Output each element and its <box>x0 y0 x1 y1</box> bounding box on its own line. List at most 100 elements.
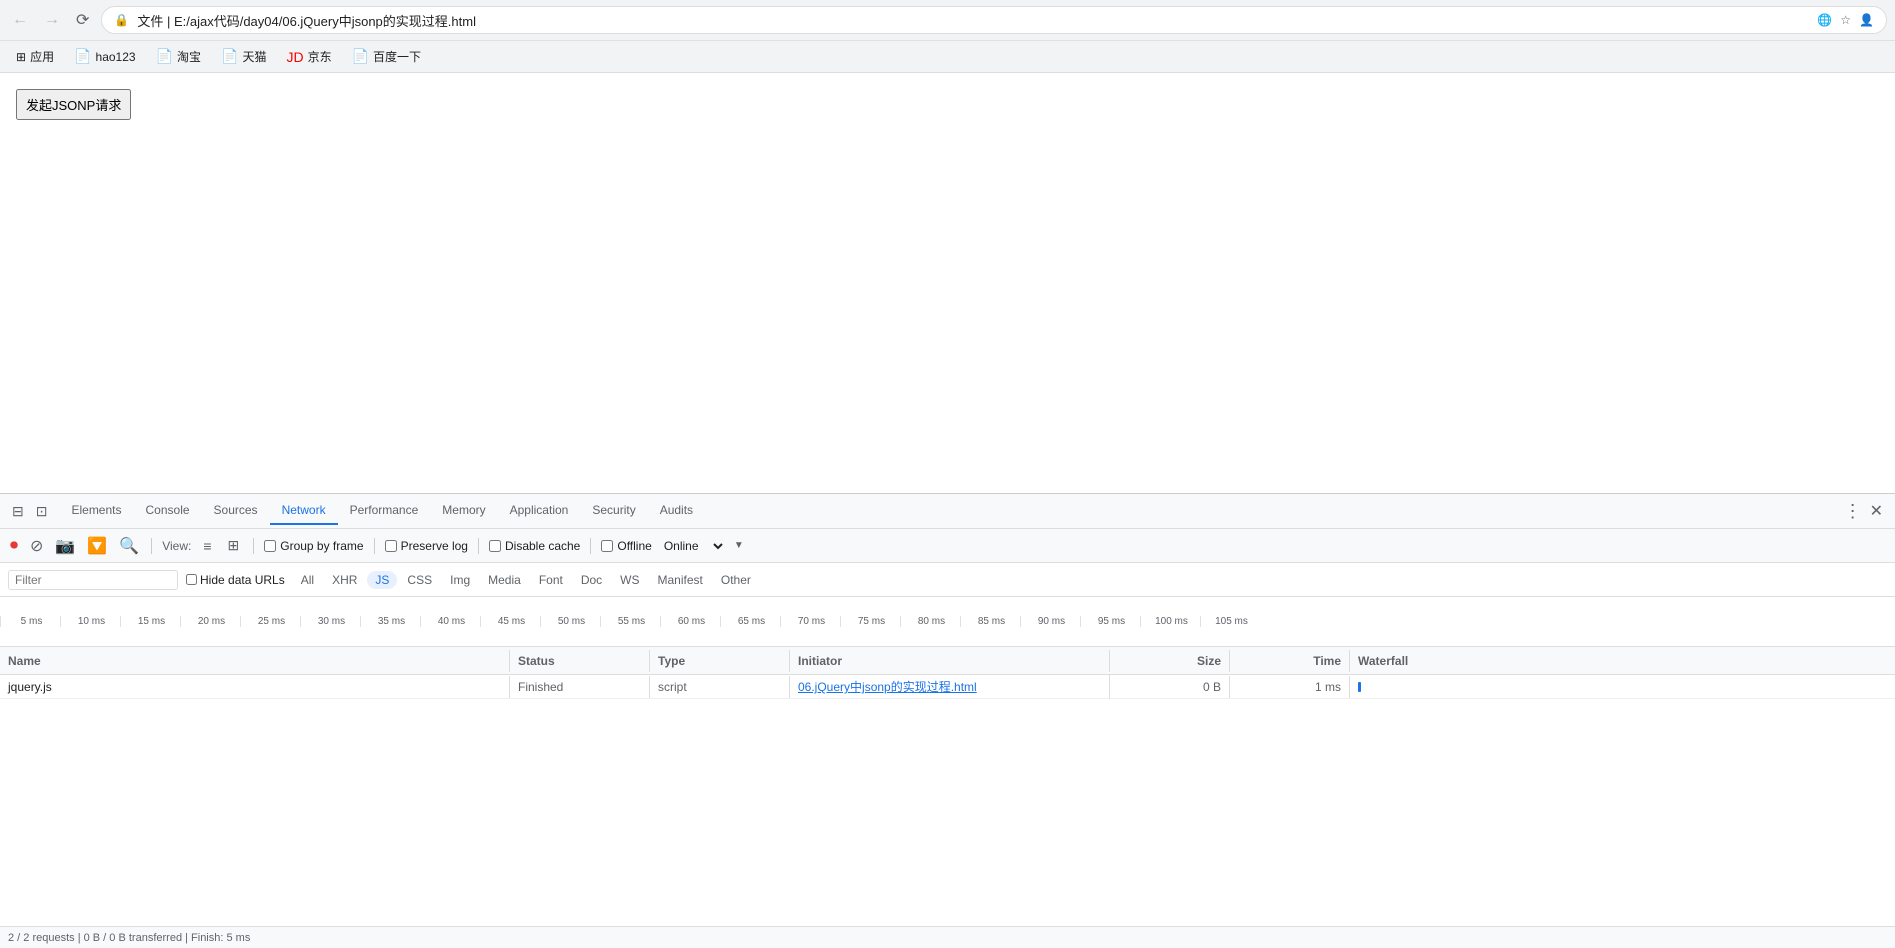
refresh-button[interactable]: ⟳ <box>72 6 93 34</box>
toolbar-divider-2 <box>253 538 254 554</box>
tab-security[interactable]: Security <box>580 497 647 525</box>
filter-input[interactable] <box>8 570 178 590</box>
disable-cache-group[interactable]: Disable cache <box>489 539 580 553</box>
hide-data-urls-group[interactable]: Hide data URLs <box>186 573 285 587</box>
filter-media[interactable]: Media <box>480 571 529 589</box>
devtools-more-button[interactable]: ⋮ <box>1840 497 1866 526</box>
online-select[interactable]: Online Offline Slow 3G Fast 3G <box>660 538 726 554</box>
col-header-type[interactable]: Type <box>650 650 790 672</box>
col-header-name[interactable]: Name <box>0 650 510 672</box>
timeline-label: 10 ms <box>60 616 120 627</box>
bookmark-baidu[interactable]: 📄 百度一下 <box>344 46 429 67</box>
hide-data-urls-checkbox[interactable] <box>186 574 197 585</box>
view-list-button[interactable]: ≡ <box>199 536 215 556</box>
tab-sources[interactable]: Sources <box>202 497 270 525</box>
timeline-label: 20 ms <box>180 616 240 627</box>
group-by-frame-group[interactable]: Group by frame <box>264 539 363 553</box>
address-bar[interactable]: 🔒 文件 | E:/ajax代码/day04/06.jQuery中jsonp的实… <box>101 6 1887 34</box>
hao123-icon: 📄 <box>74 48 91 65</box>
bookmarks-bar: ⊞ 应用 📄 hao123 📄 淘宝 📄 天猫 JD 京东 📄 百度一下 <box>0 40 1895 72</box>
back-button[interactable]: ← <box>8 7 32 33</box>
apps-button[interactable]: ⊞ 应用 <box>8 46 62 67</box>
timeline-label: 100 ms <box>1140 616 1200 627</box>
timeline-label: 50 ms <box>540 616 600 627</box>
filter-doc[interactable]: Doc <box>573 571 610 589</box>
filter-all[interactable]: All <box>293 571 322 589</box>
screenshot-button[interactable]: 📷 <box>53 534 77 558</box>
filter-xhr[interactable]: XHR <box>324 571 365 589</box>
bookmark-taobao[interactable]: 📄 淘宝 <box>148 46 209 67</box>
hide-data-urls-label: Hide data URLs <box>200 573 285 587</box>
filter-other[interactable]: Other <box>713 571 759 589</box>
filter-font[interactable]: Font <box>531 571 571 589</box>
devtools-panel-icons: ⊟ ⊡ <box>8 499 51 524</box>
timeline-label: 45 ms <box>480 616 540 627</box>
filter-manifest[interactable]: Manifest <box>650 571 711 589</box>
group-by-frame-label: Group by frame <box>280 539 363 553</box>
forward-button[interactable]: → <box>40 7 64 33</box>
table-row[interactable]: jquery.js Finished script 06.jQuery中json… <box>0 675 1895 699</box>
tab-application[interactable]: Application <box>498 497 581 525</box>
filter-ws[interactable]: WS <box>612 571 647 589</box>
table-body: jquery.js Finished script 06.jQuery中json… <box>0 675 1895 699</box>
nav-bar: ← → ⟳ 🔒 文件 | E:/ajax代码/day04/06.jQuery中j… <box>0 0 1895 40</box>
devtools-toggle-button[interactable]: ⊟ <box>8 499 28 524</box>
timeline-label: 90 ms <box>1020 616 1080 627</box>
col-header-waterfall[interactable]: Waterfall <box>1350 650 1895 672</box>
row-type: script <box>650 676 790 698</box>
timeline-label: 55 ms <box>600 616 660 627</box>
filter-img[interactable]: Img <box>442 571 478 589</box>
filter-js[interactable]: JS <box>367 571 397 589</box>
timeline-labels: 5 ms10 ms15 ms20 ms25 ms30 ms35 ms40 ms4… <box>0 612 1895 631</box>
user-icon[interactable]: 👤 <box>1859 13 1874 27</box>
col-header-initiator[interactable]: Initiator <box>790 650 1110 672</box>
waterfall-bar <box>1358 682 1361 692</box>
jd-icon: JD <box>286 49 303 65</box>
offline-checkbox[interactable] <box>601 540 613 552</box>
devtools-dock-button[interactable]: ⊡ <box>32 499 52 524</box>
bookmark-tmall[interactable]: 📄 天猫 <box>213 46 274 67</box>
preserve-log-group[interactable]: Preserve log <box>385 539 468 553</box>
col-header-size[interactable]: Size <box>1110 650 1230 672</box>
bookmark-hao123[interactable]: 📄 hao123 <box>66 46 143 67</box>
table-header: Name Status Type Initiator Size Time Wat… <box>0 647 1895 675</box>
tab-network[interactable]: Network <box>270 497 338 525</box>
bookmark-jd[interactable]: JD 京东 <box>278 46 339 67</box>
baidu-icon: 📄 <box>352 48 369 65</box>
view-table-button[interactable]: ⊞ <box>224 535 244 556</box>
lock-icon: 🔒 <box>114 13 129 27</box>
search-button[interactable]: 🔍 <box>117 534 141 558</box>
stop-button[interactable]: ⊘ <box>28 534 45 558</box>
jsonp-request-button[interactable]: 发起JSONP请求 <box>16 89 131 120</box>
timeline-label: 80 ms <box>900 616 960 627</box>
disable-cache-checkbox[interactable] <box>489 540 501 552</box>
offline-group[interactable]: Offline <box>601 539 651 553</box>
tab-memory[interactable]: Memory <box>430 497 497 525</box>
col-header-time[interactable]: Time <box>1230 650 1350 672</box>
filter-types: All XHR JS CSS Img Media Font Doc WS Man… <box>293 571 759 589</box>
group-by-frame-checkbox[interactable] <box>264 540 276 552</box>
baidu-label: 百度一下 <box>373 48 421 65</box>
row-initiator[interactable]: 06.jQuery中jsonp的实现过程.html <box>790 674 1110 699</box>
online-chevron-icon[interactable]: ▼ <box>734 540 744 551</box>
tab-elements[interactable]: Elements <box>59 497 133 525</box>
tmall-icon: 📄 <box>221 48 238 65</box>
timeline-label: 5 ms <box>0 616 60 627</box>
tab-performance[interactable]: Performance <box>338 497 431 525</box>
col-header-status[interactable]: Status <box>510 650 650 672</box>
page-content: 发起JSONP请求 <box>0 73 1895 493</box>
tab-audits[interactable]: Audits <box>648 497 705 525</box>
star-icon[interactable]: ☆ <box>1840 13 1851 27</box>
devtools-close-button[interactable]: ✕ <box>1866 497 1887 525</box>
filter-css[interactable]: CSS <box>399 571 440 589</box>
hao123-label: hao123 <box>96 50 136 64</box>
translate-icon[interactable]: 🌐 <box>1817 13 1832 27</box>
preserve-log-checkbox[interactable] <box>385 540 397 552</box>
record-button[interactable]: ⏺ <box>8 535 20 557</box>
network-toolbar: ⏺ ⊘ 📷 🔽 🔍 View: ≡ ⊞ Group by frame Prese… <box>0 529 1895 563</box>
timeline-label: 30 ms <box>300 616 360 627</box>
toolbar-divider-4 <box>478 538 479 554</box>
browser-chrome: ← → ⟳ 🔒 文件 | E:/ajax代码/day04/06.jQuery中j… <box>0 0 1895 73</box>
tab-console[interactable]: Console <box>134 497 202 525</box>
filter-button[interactable]: 🔽 <box>85 534 109 558</box>
